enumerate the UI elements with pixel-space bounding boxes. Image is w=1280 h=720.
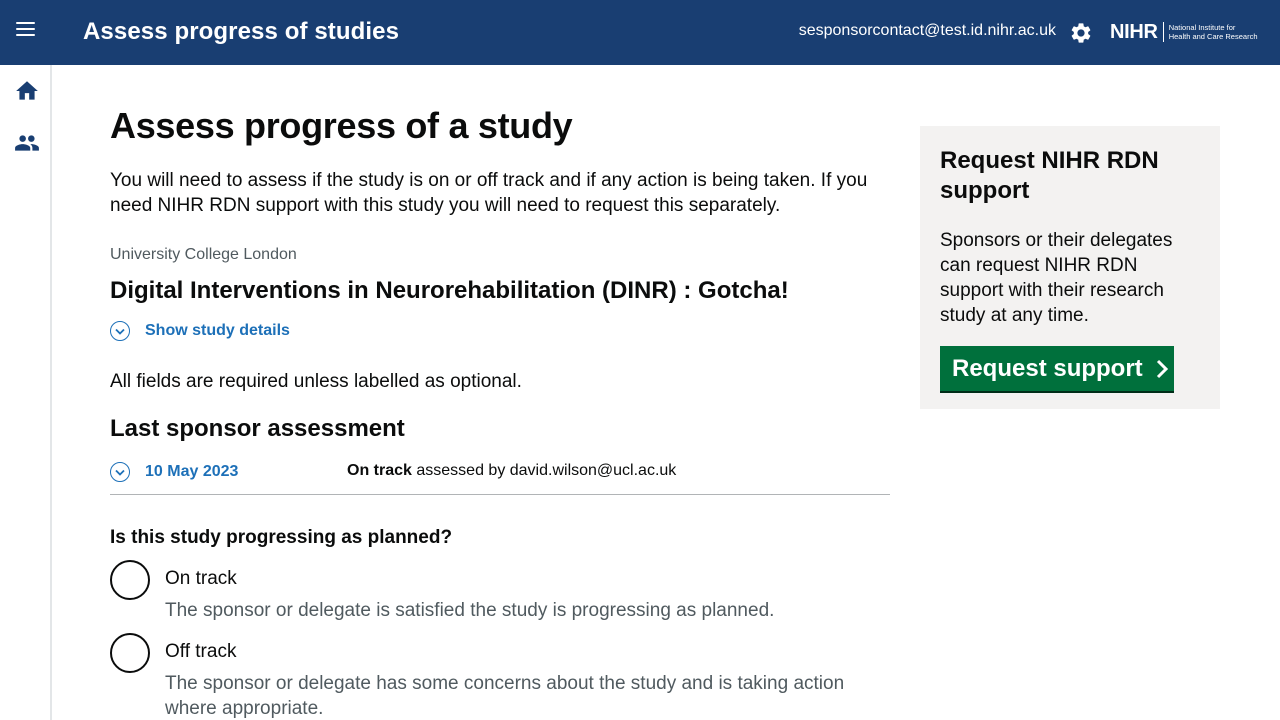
assessment-status-value: On track (347, 462, 412, 479)
people-icon[interactable] (14, 130, 40, 156)
progress-question: Is this study progressing as planned? (110, 527, 453, 548)
assessment-date-toggle[interactable]: 10 May 2023 (110, 462, 238, 482)
assessment-date: 10 May 2023 (145, 463, 239, 480)
study-title: Digital Interventions in Neurorehabilita… (110, 277, 789, 304)
user-email: sesponsorcontact@test.id.nihr.ac.uk (798, 22, 1056, 39)
radio-off-track-label[interactable]: Off track (165, 641, 236, 663)
nihr-logo[interactable]: NIHR National Institute for Health and C… (1110, 18, 1258, 46)
last-assessment-row: 10 May 2023 On track assessed by david.w… (110, 460, 890, 495)
logo-main: NIHR (1110, 20, 1158, 43)
radio-off-track-input[interactable] (110, 633, 150, 673)
request-support-panel: Request NIHR RDN support Sponsors or the… (920, 126, 1220, 409)
radio-on-track-input[interactable] (110, 560, 150, 600)
chevron-down-icon (110, 462, 130, 482)
chevron-down-icon (110, 321, 130, 341)
assessment-status: On track assessed by david.wilson@ucl.ac… (347, 462, 676, 480)
organisation-name: University College London (110, 246, 297, 263)
chevron-right-icon (1156, 359, 1168, 378)
logo-divider (1162, 22, 1164, 42)
page-title: Assess progress of a study (110, 105, 573, 146)
menu-icon[interactable] (16, 22, 38, 44)
radio-off-track-hint: The sponsor or delegate has some concern… (165, 673, 845, 719)
assessed-by-text: assessed by david.wilson@ucl.ac.uk (416, 462, 677, 479)
radio-on-track-label[interactable]: On track (165, 568, 237, 590)
gear-icon[interactable] (1069, 21, 1093, 45)
home-icon[interactable] (14, 78, 40, 104)
top-header: Assess progress of studies sesponsorcont… (0, 0, 1280, 65)
show-study-details-label: Show study details (145, 322, 290, 339)
request-support-button[interactable]: Request support (940, 346, 1174, 391)
last-assessment-heading: Last sponsor assessment (110, 415, 405, 442)
request-support-label: Request support (952, 354, 1143, 382)
required-fields-note: All fields are required unless labelled … (110, 371, 522, 392)
radio-on-track-hint: The sponsor or delegate is satisfied the… (165, 600, 775, 621)
show-study-details-toggle[interactable]: Show study details (110, 321, 290, 341)
app-title: Assess progress of studies (83, 18, 400, 45)
intro-text: You will need to assess if the study is … (110, 170, 868, 216)
panel-title: Request NIHR RDN support (940, 147, 1159, 204)
panel-text: Sponsors or their delegates can request … (940, 230, 1173, 326)
side-navigation (0, 65, 52, 720)
logo-subtitle: National Institute for Health and Care R… (1168, 23, 1258, 41)
